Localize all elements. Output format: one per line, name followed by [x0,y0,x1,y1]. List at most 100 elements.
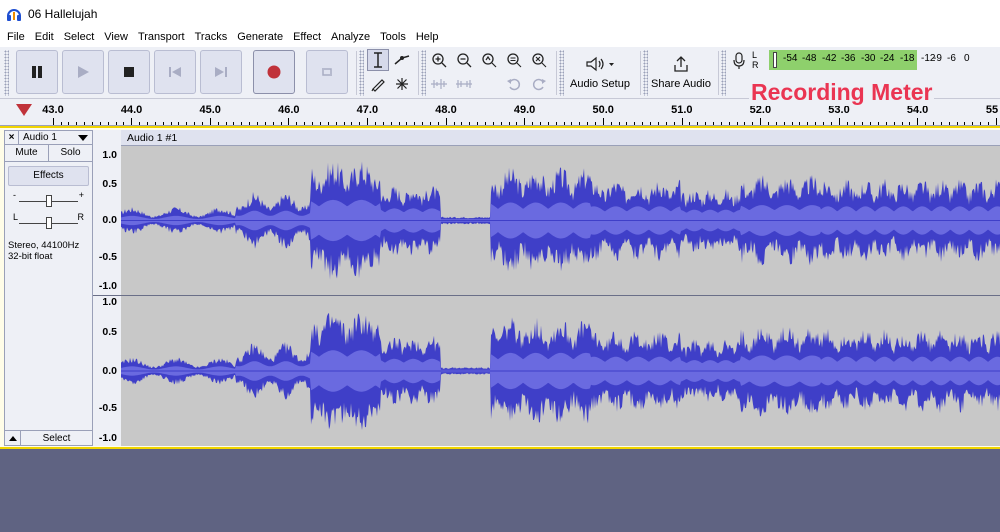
ruler-label: 50.0 [592,104,614,116]
fit-selection-button[interactable] [478,49,500,71]
toolbar-grip[interactable] [559,50,564,96]
zoom-in-button[interactable] [428,49,450,71]
menu-transport[interactable]: Transport [133,27,190,47]
play-button[interactable] [62,50,104,94]
undo-button[interactable] [503,73,525,95]
zoom-toggle-icon [532,53,547,68]
fit-project-button[interactable] [503,49,525,71]
ruler-tick [666,122,667,125]
ruler-tick [587,122,588,125]
ruler-tick [721,122,722,125]
trim-button[interactable] [428,73,450,95]
record-meter-button[interactable] [728,50,750,72]
separator [418,51,419,95]
share-audio-button[interactable]: Share Audio [648,50,714,96]
meter-tick: -9 [933,53,942,64]
track-info: Stereo, 44100Hz 32-bit float [5,240,92,262]
envelope-tool[interactable] [391,49,413,71]
close-track-icon[interactable]: × [5,130,19,145]
record-button[interactable] [253,50,295,94]
zoom-out-button[interactable] [453,49,475,71]
skip-start-button[interactable] [154,50,196,94]
skip-end-button[interactable] [200,50,242,94]
toolbar-grip[interactable] [721,50,726,96]
pan-knob[interactable] [46,217,52,229]
asterisk-icon [396,78,408,90]
ruler-tick [925,122,926,125]
zoom-toggle-button[interactable] [528,49,550,71]
waveform-right-channel[interactable] [121,297,1000,445]
solo-button[interactable]: Solo [49,145,92,161]
ruler-tick [658,122,659,125]
recording-meter[interactable]: -54 -48 -42 -36 -30 -24 -18 -12 -9 -6 0 [769,50,979,72]
ruler-tick [218,122,219,125]
ruler-label: 47.0 [356,104,379,116]
track-name[interactable]: Audio 1 [19,132,78,143]
menu-select[interactable]: Select [59,27,100,47]
menu-tools[interactable]: Tools [375,27,411,47]
loop-button[interactable] [306,50,348,94]
ruler-tick [304,122,305,125]
toolbar-grip[interactable] [421,50,426,96]
title-bar: 06 Hallelujah [0,0,1000,27]
ruler-tick [367,118,368,125]
selection-tool[interactable] [367,49,389,71]
ruler-tick [241,122,242,125]
pause-button[interactable] [16,50,58,94]
audio-setup-button[interactable]: Audio Setup [566,50,634,96]
ruler-tick [697,122,698,125]
gain-slider[interactable]: - + [11,190,86,212]
ruler-tick [171,122,172,125]
collapse-track-icon[interactable] [5,430,21,446]
ruler-tick [76,122,77,125]
pan-slider[interactable]: L R [11,212,86,234]
toolbar-grip[interactable] [4,50,9,96]
ruler-tick [642,122,643,125]
menu-tracks[interactable]: Tracks [190,27,233,47]
pan-right-label: R [77,212,85,222]
menu-file[interactable]: File [2,27,30,47]
multi-tool[interactable] [391,73,413,95]
draw-tool[interactable] [367,73,389,95]
select-track-button[interactable]: Select [21,433,92,444]
gain-minus-label: - [13,190,16,200]
ruler-tick [815,122,816,125]
menu-generate[interactable]: Generate [232,27,288,47]
microphone-icon [733,52,745,69]
ruler-tick [909,122,910,125]
menu-view[interactable]: View [99,27,133,47]
toolbar-grip[interactable] [359,50,364,96]
ruler-tick [768,122,769,125]
track-format: Stereo, 44100Hz [8,240,80,251]
playhead-marker[interactable] [16,104,32,116]
zoom-fit-icon [507,53,522,68]
ruler-tick [902,122,903,125]
ruler-tick [61,122,62,125]
ruler-tick [186,122,187,125]
ruler-tick [446,118,447,125]
silence-button[interactable] [453,73,475,95]
gain-knob[interactable] [46,195,52,207]
menu-analyze[interactable]: Analyze [326,27,375,47]
ruler-label: 45.0 [199,104,221,116]
waveform-left-channel[interactable] [121,147,1000,294]
ruler-tick [493,122,494,125]
stop-button[interactable] [108,50,150,94]
effects-button[interactable]: Effects [8,166,89,186]
zoom-out-icon [457,53,472,68]
ruler-tick [422,122,423,125]
ruler-tick [273,122,274,125]
clip-title-bar[interactable]: Audio 1 #1 [121,130,1000,146]
redo-button[interactable] [528,73,550,95]
amp-label: 1.0 [102,149,117,161]
track-menu-icon[interactable] [78,134,88,141]
menu-edit[interactable]: Edit [30,27,59,47]
ruler-tick [383,122,384,125]
menu-help[interactable]: Help [411,27,444,47]
menu-effect[interactable]: Effect [288,27,326,47]
ruler-label: 49.0 [513,104,536,116]
mute-button[interactable]: Mute [5,145,49,161]
track-bit-depth: 32-bit float [8,251,53,262]
ruler-tick [501,122,502,125]
play-icon [78,66,89,78]
